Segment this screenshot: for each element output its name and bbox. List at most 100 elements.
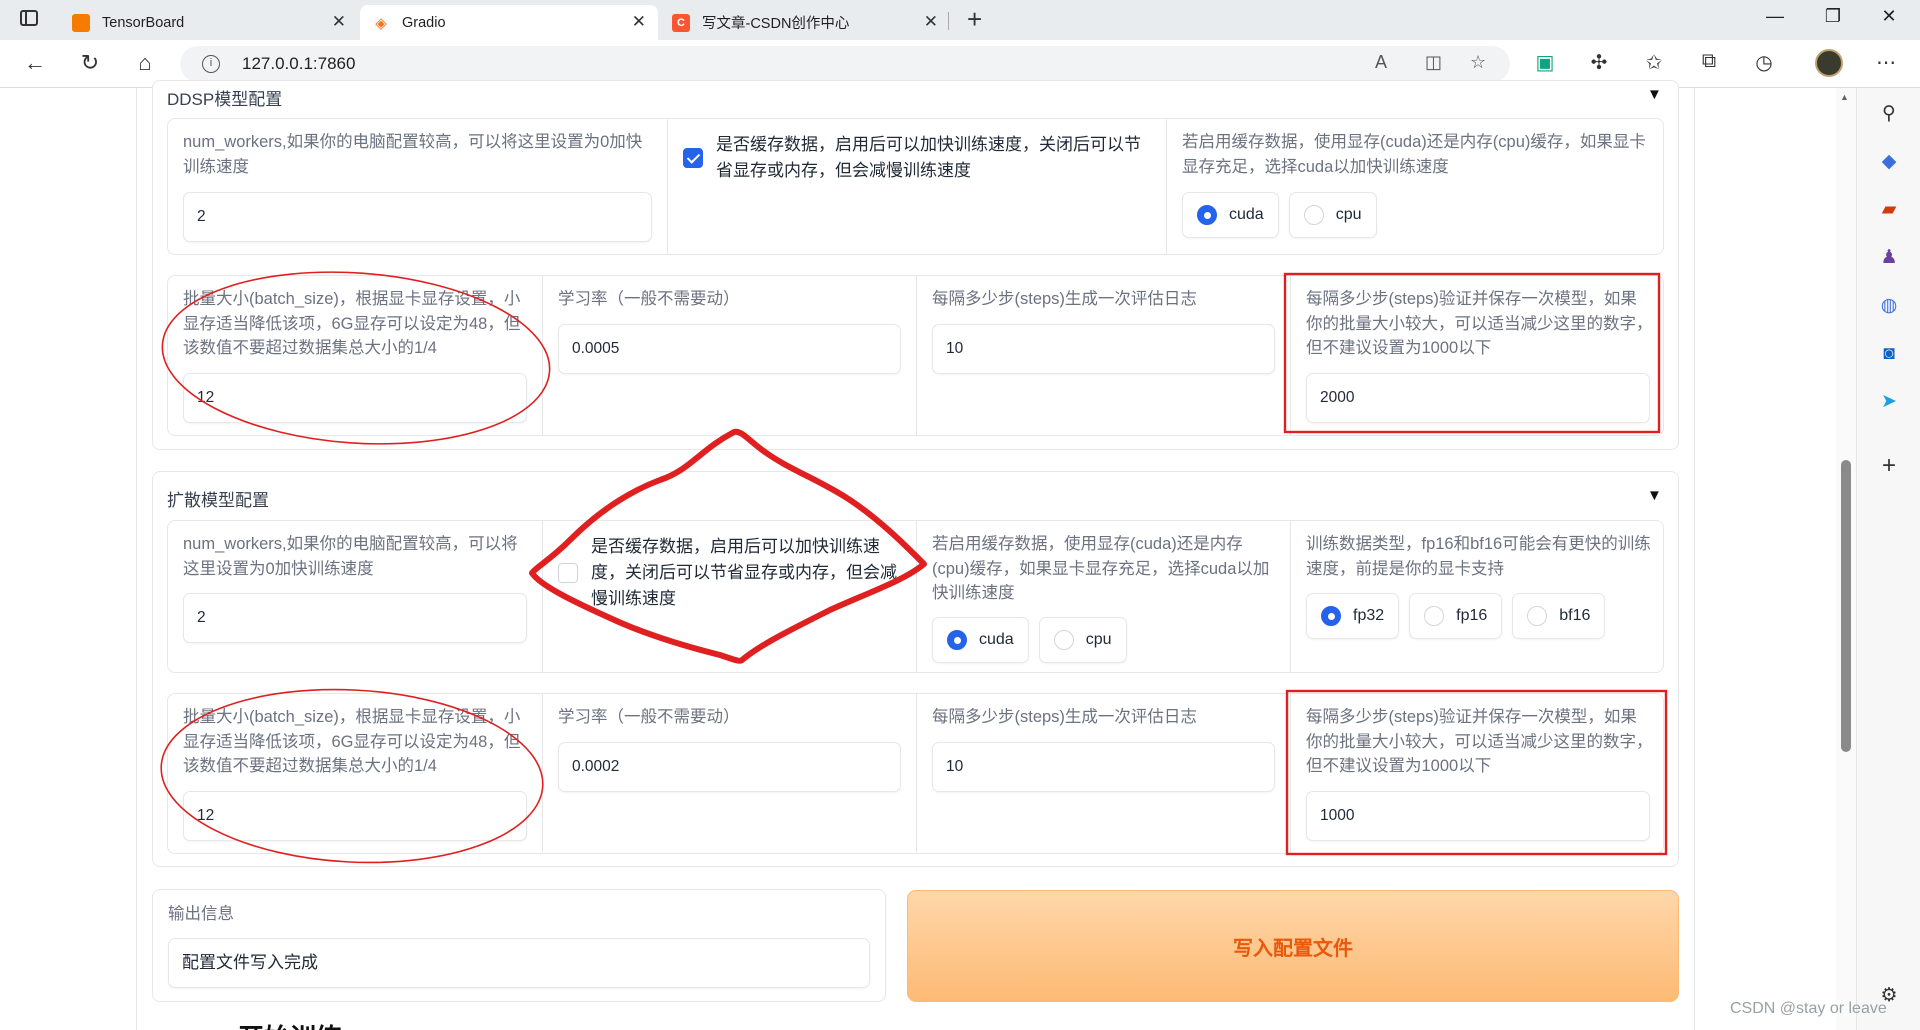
- cache-checkbox[interactable]: [558, 563, 578, 583]
- batch-size-input[interactable]: 12: [183, 373, 527, 423]
- field-label: 若启用缓存数据，使用显存(cuda)还是内存(cpu)缓存，如果显卡显存充足，选…: [1182, 133, 1646, 176]
- checkbox-label: 是否缓存数据，启用后可以加快训练速度，关闭后可以节省显存或内存，但会减慢训练速度: [716, 135, 1141, 180]
- radio-label: cpu: [1335, 206, 1362, 223]
- radio-selected-icon: [1321, 606, 1341, 626]
- add-icon[interactable]: +: [1877, 454, 1901, 478]
- outlook-icon[interactable]: ◙: [1877, 342, 1901, 366]
- history-icon[interactable]: ◷: [1750, 50, 1778, 75]
- cache-checkbox-row[interactable]: 是否缓存数据，启用后可以加快训练速度，关闭后可以节省显存或内存，但会减慢训练速度: [683, 132, 1154, 184]
- field-label: 每隔多少步(steps)验证并保存一次模型，如果你的批量大小较大，可以适当减少这…: [1306, 290, 1653, 357]
- log-interval-input[interactable]: 10: [932, 324, 1275, 374]
- diffusion-log-interval: 每隔多少步(steps)生成一次评估日志 10: [916, 694, 1290, 853]
- learning-rate-input[interactable]: 0.0005: [558, 324, 901, 374]
- radio-cpu[interactable]: cpu: [1038, 617, 1127, 663]
- tab-gradio[interactable]: ◈ Gradio ✕: [360, 5, 658, 40]
- toolbox-icon[interactable]: ▰: [1877, 198, 1901, 222]
- radio-cuda[interactable]: cuda: [932, 617, 1029, 663]
- url-text: 127.0.0.1:7860: [242, 54, 356, 73]
- field-label: 每隔多少步(steps)生成一次评估日志: [932, 708, 1197, 726]
- radio-unselected-icon: [1303, 205, 1324, 225]
- ddsp-row-1: num_workers,如果你的电脑配置较高，可以将这里设置为0加快训练速度 2…: [167, 118, 1664, 255]
- save-interval-input[interactable]: 2000: [1306, 373, 1650, 423]
- tab-tensorboard[interactable]: TensorBoard ✕: [60, 5, 358, 40]
- field-label: 训练数据类型，fp16和bf16可能会有更快的训练速度，前提是你的显卡支持: [1306, 535, 1651, 578]
- info-icon[interactable]: i: [202, 55, 220, 73]
- page-border-right: [1694, 88, 1695, 1030]
- field-label: 学习率（一般不需要动）: [558, 290, 740, 308]
- radio-fp16[interactable]: fp16: [1409, 593, 1503, 639]
- url-field[interactable]: i 127.0.0.1:7860 A ◫ ☆: [180, 46, 1510, 82]
- output-panel: 输出信息 配置文件写入完成: [152, 889, 886, 1002]
- cache-device-radio-group: cuda cpu: [932, 617, 1127, 663]
- radio-label: cuda: [979, 631, 1014, 648]
- radio-label: bf16: [1559, 607, 1591, 624]
- search-icon[interactable]: ⚲: [1877, 102, 1901, 126]
- collections-icon[interactable]: ⧉: [1695, 50, 1723, 73]
- log-interval-input[interactable]: 10: [932, 742, 1275, 792]
- diffusion-dtype: 训练数据类型，fp16和bf16可能会有更快的训练速度，前提是你的显卡支持 fp…: [1290, 521, 1665, 672]
- browser-tab-bar: TensorBoard ✕ ◈ Gradio ✕ C 写文章-CSDN创作中心 …: [0, 0, 1920, 40]
- scrollbar[interactable]: ▲: [1836, 88, 1856, 1030]
- scroll-up-icon[interactable]: ▲: [1840, 92, 1849, 102]
- radio-selected-icon: [947, 630, 967, 650]
- tab-csdn[interactable]: C 写文章-CSDN创作中心 ✕: [660, 5, 950, 40]
- learning-rate-input[interactable]: 0.0002: [558, 742, 901, 792]
- favorites-icon[interactable]: ✩: [1640, 50, 1668, 75]
- sidebar-toggle-icon[interactable]: [20, 10, 38, 26]
- split-screen-icon[interactable]: ◫: [1425, 52, 1442, 73]
- collapse-arrow-icon[interactable]: ▼: [1647, 86, 1662, 103]
- home-icon[interactable]: ⌂: [130, 50, 160, 76]
- collapse-arrow-icon[interactable]: ▼: [1647, 487, 1662, 504]
- new-tab-icon[interactable]: +: [967, 4, 982, 35]
- refresh-icon[interactable]: ↻: [75, 50, 105, 76]
- tab-title: 写文章-CSDN创作中心: [702, 16, 850, 32]
- cache-checkbox[interactable]: [683, 148, 703, 168]
- games-icon[interactable]: ♟: [1877, 246, 1901, 270]
- radio-fp32[interactable]: fp32: [1306, 593, 1400, 639]
- back-icon[interactable]: ←: [20, 50, 50, 76]
- write-config-button[interactable]: 写入配置文件: [907, 890, 1679, 1002]
- avatar[interactable]: [1815, 49, 1843, 77]
- radio-bf16[interactable]: bf16: [1512, 593, 1606, 639]
- field-label: 学习率（一般不需要动）: [558, 708, 740, 726]
- restore-icon[interactable]: ❐: [1810, 6, 1856, 27]
- favorite-add-icon[interactable]: ☆: [1470, 52, 1486, 73]
- read-aloud-icon[interactable]: A: [1375, 52, 1387, 73]
- ddsp-panel-title: DDSP模型配置: [167, 90, 283, 109]
- close-icon[interactable]: ✕: [332, 12, 346, 32]
- save-interval-input[interactable]: 1000: [1306, 791, 1650, 841]
- edge-sidebar: ⚲ ◆ ▰ ♟ ◍ ◙ ➤ + ⚙: [1856, 88, 1920, 1030]
- minimize-icon[interactable]: —: [1752, 6, 1798, 27]
- copilot-icon[interactable]: ◍: [1877, 294, 1901, 318]
- batch-size-input[interactable]: 12: [183, 791, 527, 841]
- send-icon[interactable]: ➤: [1877, 390, 1901, 414]
- radio-cpu[interactable]: cpu: [1288, 192, 1377, 238]
- tag-icon[interactable]: ◆: [1877, 150, 1901, 174]
- extensions-icon[interactable]: ✣: [1585, 50, 1613, 75]
- diffusion-row-2: 批量大小(batch_size)，根据显卡显存设置，小显存适当降低该项，6G显存…: [167, 693, 1664, 854]
- field-label: 每隔多少步(steps)生成一次评估日志: [932, 290, 1197, 308]
- section-heading-partial: 开始训练: [238, 1018, 342, 1030]
- output-textbox[interactable]: 配置文件写入完成: [168, 938, 870, 988]
- diffusion-cache-device: 若启用缓存数据，使用显存(cuda)还是内存(cpu)缓存，如果显卡显存充足，选…: [916, 521, 1290, 672]
- ddsp-log-interval: 每隔多少步(steps)生成一次评估日志 10: [916, 276, 1290, 435]
- diffusion-learning-rate: 学习率（一般不需要动） 0.0002: [542, 694, 916, 853]
- close-icon[interactable]: ✕: [632, 12, 646, 32]
- diffusion-batch-size: 批量大小(batch_size)，根据显卡显存设置，小显存适当降低该项，6G显存…: [168, 694, 542, 853]
- extension-icon[interactable]: ▣: [1531, 50, 1559, 75]
- num-workers-input[interactable]: 2: [183, 192, 652, 242]
- radio-cuda[interactable]: cuda: [1182, 192, 1279, 238]
- close-window-icon[interactable]: ✕: [1866, 6, 1912, 27]
- num-workers-input[interactable]: 2: [183, 593, 527, 643]
- radio-label: fp32: [1353, 607, 1385, 624]
- more-icon[interactable]: ⋯: [1872, 50, 1900, 75]
- field-label: 若启用缓存数据，使用显存(cuda)还是内存(cpu)缓存，如果显卡显存充足，选…: [932, 535, 1270, 602]
- dtype-radio-group: fp32 fp16 bf16: [1306, 593, 1606, 639]
- ddsp-save-interval: 每隔多少步(steps)验证并保存一次模型，如果你的批量大小较大，可以适当减少这…: [1290, 276, 1665, 435]
- page-border-left: [136, 88, 137, 1030]
- scrollbar-thumb[interactable]: [1841, 460, 1851, 752]
- diffusion-save-interval: 每隔多少步(steps)验证并保存一次模型，如果你的批量大小较大，可以适当减少这…: [1290, 694, 1665, 853]
- cache-checkbox-row[interactable]: 是否缓存数据，启用后可以加快训练速度，关闭后可以节省显存或内存，但会减慢训练速度: [558, 534, 904, 612]
- radio-unselected-icon: [1053, 630, 1074, 650]
- close-icon[interactable]: ✕: [924, 12, 938, 32]
